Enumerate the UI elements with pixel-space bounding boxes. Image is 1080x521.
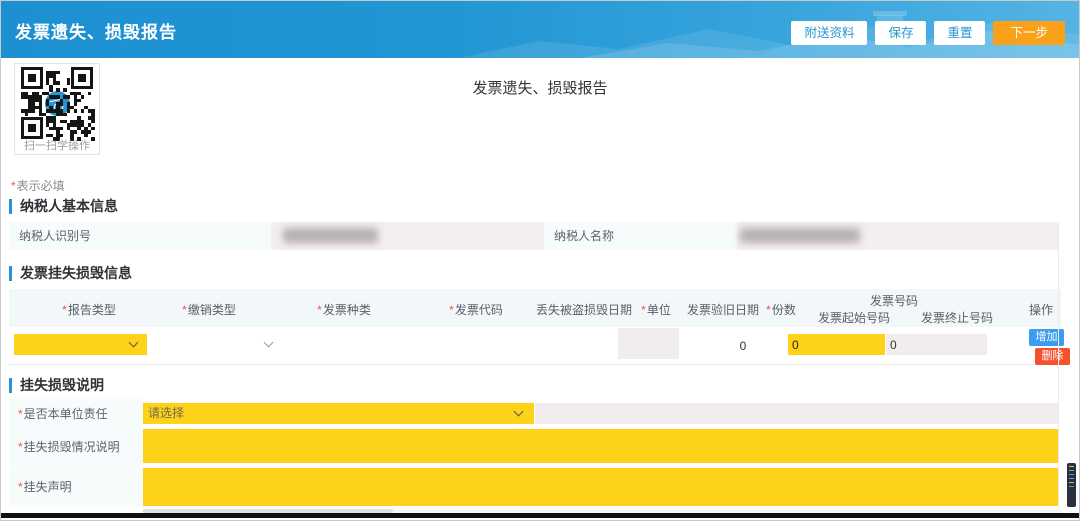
responsibility-label: *是否本单位责任 [9,399,143,428]
col-cancel-type: *缴销类型 [182,301,236,318]
responsibility-select[interactable]: 请选择 [143,403,534,424]
count-value: 0 [725,339,761,353]
col-count: *份数 [766,301,796,318]
chevron-down-icon [264,338,274,348]
chevron-down-icon [129,338,139,348]
qr-module [74,102,78,106]
start-number-input[interactable] [788,334,885,355]
qr-module [77,99,81,103]
declaration-label: *挂失声明 [9,466,143,507]
redacted-value [283,228,378,243]
col-operation: 操作 [1029,301,1053,318]
taxpayer-name-label: 纳税人名称 [544,222,737,250]
cancel-type-select[interactable] [249,331,293,357]
col-lost-date: 丢失被盗损毁日期 [536,301,632,318]
unit-input[interactable] [618,328,679,359]
redacted-value [740,228,860,243]
section-title-statement: 挂失损毁说明 [9,378,104,393]
form-title: 发票遗失、损毁报告 [1,77,1079,98]
page-title: 发票遗失、损毁报告 [15,18,177,43]
responsibility-selected-value: 请选择 [148,403,184,424]
reset-button[interactable]: 重置 [934,21,985,45]
delete-row-button[interactable]: 删除 [1035,348,1070,365]
qr-module [74,130,78,134]
save-button[interactable]: 保存 [875,21,926,45]
col-start-number: 发票起始号码 [818,309,890,326]
col-verify-date: 发票验旧日期 [687,301,759,318]
col-report-type: *报告类型 [62,301,116,318]
bottom-bar [1,513,1080,518]
taxpayer-id-value [271,222,544,250]
declaration-textarea[interactable] [143,468,1058,506]
qr-module [91,127,95,131]
qr-module [60,102,64,106]
header-actions: 附送资料 保存 重置 下一步 [791,21,1065,45]
required-note: *表示必填 [11,177,65,194]
invoice-table-row: 0 增加 删除 [9,327,1061,365]
col-invoice-code: *发票代码 [449,301,503,318]
qr-module [63,113,67,117]
qr-module [32,109,36,113]
qr-module [60,127,64,131]
section-title-taxpayer: 纳税人基本信息 [9,199,118,214]
col-unit: *单位 [641,301,671,318]
taxpayer-name-value [737,222,1059,250]
required-asterisk: * [11,179,16,193]
report-type-select[interactable] [14,334,147,355]
col-invoice-kind: *发票种类 [317,301,371,318]
qr-module [91,120,95,124]
attach-materials-button[interactable]: 附送资料 [791,21,867,45]
qr-position-marker [21,117,43,139]
right-dock-toolbar[interactable] [1067,463,1076,507]
content-divider-line [1058,223,1059,509]
col-end-number: 发票终止号码 [921,309,993,326]
chevron-down-icon [514,407,524,417]
qr-module [25,113,29,117]
qr-module [56,71,60,75]
responsibility-extra-input[interactable] [535,403,1058,424]
situation-textarea[interactable] [143,429,1058,463]
page-header: 发票遗失、损毁报告 附送资料 保存 重置 下一步 [1,1,1079,58]
situation-label: *挂失损毁情况说明 [9,428,143,465]
col-group-invoice-number: 发票号码 [870,292,918,309]
taxpayer-info-row: 纳税人识别号 纳税人名称 [9,222,1059,250]
taxpayer-id-label: 纳税人识别号 [9,222,271,250]
next-step-button[interactable]: 下一步 [993,21,1065,45]
qr-caption: 扫一扫学操作 [15,137,99,153]
qr-module [74,109,78,113]
end-number-input[interactable] [886,334,987,355]
qr-module [67,109,71,113]
section-title-invoice: 发票挂失损毁信息 [9,266,132,281]
qr-module [81,109,85,113]
app-window: 发票遗失、损毁报告 附送资料 保存 重置 下一步 扫一扫学操作 发票遗失、损毁报… [0,0,1080,521]
invoice-table-header: *报告类型 *缴销类型 *发票种类 *发票代码 丢失被盗损毁日期 *单位 发票验… [9,289,1061,327]
qr-module [88,130,92,134]
